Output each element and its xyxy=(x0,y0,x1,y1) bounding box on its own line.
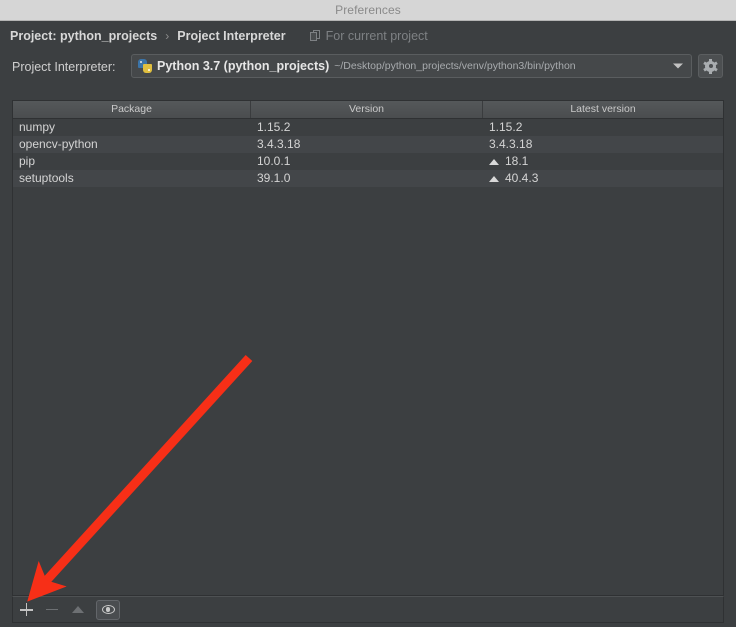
cell-latest-version: 40.4.3 xyxy=(483,170,723,187)
interpreter-dropdown[interactable]: Python 3.7 (python_projects) ~/Desktop/p… xyxy=(131,54,692,78)
scope-label: For current project xyxy=(326,29,428,43)
breadcrumb: Project: python_projects › Project Inter… xyxy=(10,26,428,46)
latest-version-text: 1.15.2 xyxy=(489,119,522,136)
breadcrumb-project[interactable]: Project: python_projects xyxy=(10,29,157,43)
packages-table: Package Version Latest version numpy1.15… xyxy=(12,100,724,596)
table-row[interactable]: numpy1.15.21.15.2 xyxy=(13,119,723,136)
gear-icon xyxy=(704,60,717,73)
cell-version: 10.0.1 xyxy=(251,153,483,170)
column-header-latest-version[interactable]: Latest version xyxy=(483,101,723,118)
preferences-window: Preferences Project: python_projects › P… xyxy=(0,0,736,627)
upgrade-package-button[interactable] xyxy=(65,597,91,622)
upgrade-available-icon xyxy=(489,159,499,165)
column-header-version[interactable]: Version xyxy=(251,101,483,118)
python-icon xyxy=(138,59,152,73)
remove-package-button[interactable] xyxy=(39,597,65,622)
cell-version: 1.15.2 xyxy=(251,119,483,136)
cell-package: pip xyxy=(13,153,251,170)
table-row[interactable]: setuptools39.1.0 40.4.3 xyxy=(13,170,723,187)
add-package-button[interactable] xyxy=(13,597,39,622)
cell-version: 3.4.3.18 xyxy=(251,136,483,153)
table-header: Package Version Latest version xyxy=(13,101,723,119)
latest-version-text: 40.4.3 xyxy=(505,170,538,187)
preferences-content: Project: python_projects › Project Inter… xyxy=(0,22,736,627)
column-header-package[interactable]: Package xyxy=(13,101,251,118)
interpreter-name: Python 3.7 (python_projects) xyxy=(157,59,329,73)
show-early-release-button[interactable] xyxy=(96,600,120,620)
upgrade-available-icon xyxy=(489,176,499,182)
latest-version-text: 18.1 xyxy=(505,153,528,170)
packages-toolbar xyxy=(12,596,724,623)
table-row[interactable]: pip10.0.1 18.1 xyxy=(13,153,723,170)
copy-icon xyxy=(310,30,321,42)
cell-package: opencv-python xyxy=(13,136,251,153)
interpreter-row: Project Interpreter: Python 3.7 (python_… xyxy=(0,54,736,86)
cell-package: numpy xyxy=(13,119,251,136)
plus-icon xyxy=(20,603,33,616)
table-row[interactable]: opencv-python3.4.3.183.4.3.18 xyxy=(13,136,723,153)
table-body: numpy1.15.21.15.2opencv-python3.4.3.183.… xyxy=(13,119,723,187)
cell-package: setuptools xyxy=(13,170,251,187)
interpreter-label: Project Interpreter: xyxy=(12,60,116,74)
cell-version: 39.1.0 xyxy=(251,170,483,187)
breadcrumb-page: Project Interpreter xyxy=(177,29,285,43)
latest-version-text: 3.4.3.18 xyxy=(489,136,532,153)
scope-indicator: For current project xyxy=(310,29,428,43)
eye-icon xyxy=(102,605,115,614)
cell-latest-version: 1.15.2 xyxy=(483,119,723,136)
window-title: Preferences xyxy=(335,3,401,17)
window-title-bar: Preferences xyxy=(0,0,736,21)
triangle-up-icon xyxy=(72,606,84,613)
cell-latest-version: 18.1 xyxy=(483,153,723,170)
chevron-down-icon[interactable] xyxy=(673,64,683,69)
minus-icon xyxy=(46,609,58,611)
interpreter-settings-button[interactable] xyxy=(698,54,723,78)
interpreter-path: ~/Desktop/python_projects/venv/python3/b… xyxy=(334,60,575,72)
cell-latest-version: 3.4.3.18 xyxy=(483,136,723,153)
breadcrumb-separator: › xyxy=(165,29,169,43)
